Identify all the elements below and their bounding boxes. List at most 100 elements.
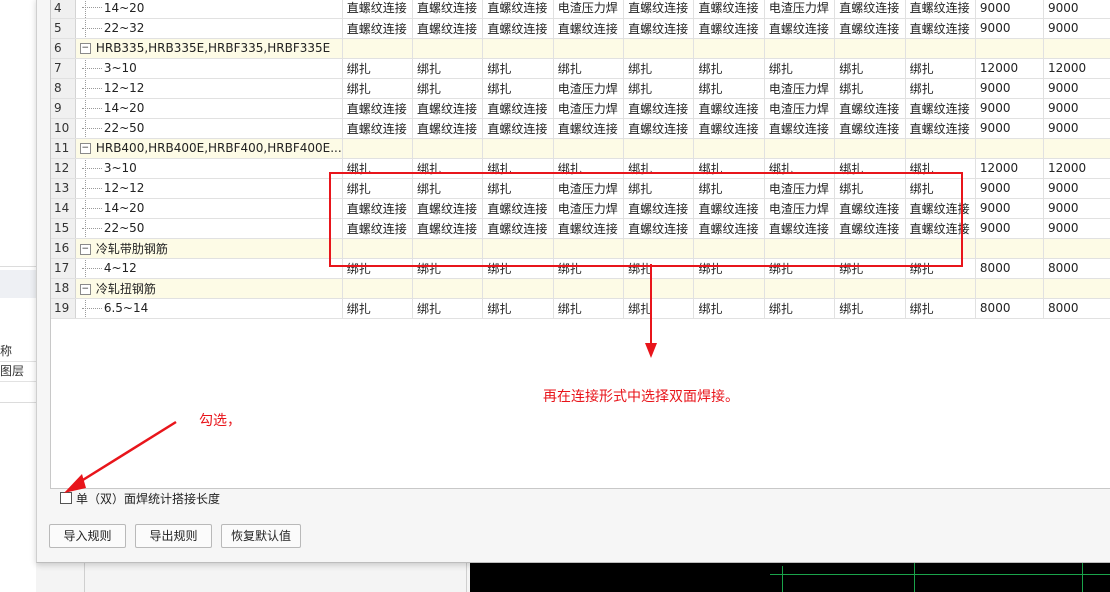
length-cell[interactable]: 9000 bbox=[975, 98, 1044, 119]
connection-type-cell[interactable] bbox=[342, 38, 414, 59]
connection-type-cell[interactable]: 绑扎 bbox=[693, 58, 765, 79]
connection-type-cell[interactable]: 绑扎 bbox=[342, 58, 414, 79]
connection-type-cell[interactable]: 直螺纹连接 bbox=[342, 118, 414, 139]
connection-type-cell[interactable]: 直螺纹连接 bbox=[693, 118, 765, 139]
connection-type-cell[interactable]: 绑扎 bbox=[412, 58, 484, 79]
table-row[interactable]: 5 22~32 直螺纹连接 直螺纹连接 直螺纹连接 直螺纹连接 直螺纹连接 直螺纹连接 直螺纹连… bbox=[51, 18, 1110, 39]
connection-type-cell[interactable]: 电渣压力焊 bbox=[553, 98, 625, 119]
connection-type-cell[interactable]: 绑扎 bbox=[482, 178, 554, 199]
connection-type-cell[interactable] bbox=[905, 38, 976, 59]
connection-type-cell[interactable]: 直螺纹连接 bbox=[412, 218, 484, 239]
connection-type-cell[interactable] bbox=[764, 278, 836, 299]
length-cell[interactable]: 9000 bbox=[1043, 218, 1110, 239]
connection-type-cell[interactable]: 绑扎 bbox=[834, 178, 906, 199]
connection-type-cell[interactable]: 绑扎 bbox=[834, 158, 906, 179]
connection-type-cell[interactable]: 电渣压力焊 bbox=[764, 178, 836, 199]
connection-type-cell[interactable]: 绑扎 bbox=[764, 58, 836, 79]
connection-type-cell[interactable] bbox=[764, 38, 836, 59]
connection-type-cell[interactable]: 绑扎 bbox=[623, 298, 695, 319]
diameter-range-cell[interactable]: 14~20 bbox=[75, 198, 343, 219]
connection-type-cell[interactable]: 电渣压力焊 bbox=[553, 0, 625, 19]
table-row[interactable]: 12 3~10 绑扎 绑扎 绑扎 绑扎 绑扎 绑扎 绑扎 绑扎 绑扎 12000 12000 bbox=[51, 158, 1110, 179]
connection-type-cell[interactable]: 绑扎 bbox=[905, 158, 976, 179]
steel-grade-cell[interactable]: − 冷轧带肋钢筋 bbox=[75, 238, 343, 259]
length-cell[interactable] bbox=[975, 138, 1044, 159]
length-cell[interactable]: 9000 bbox=[975, 178, 1044, 199]
connection-type-cell[interactable] bbox=[834, 238, 906, 259]
connection-type-cell[interactable]: 直螺纹连接 bbox=[412, 18, 484, 39]
diameter-range-cell[interactable]: 6.5~14 bbox=[75, 298, 343, 319]
connection-type-cell[interactable]: 直螺纹连接 bbox=[412, 0, 484, 19]
connection-type-cell[interactable]: 绑扎 bbox=[905, 178, 976, 199]
connection-type-cell[interactable]: 绑扎 bbox=[905, 298, 976, 319]
diameter-range-cell[interactable]: 22~32 bbox=[75, 18, 343, 39]
connection-type-cell[interactable] bbox=[764, 138, 836, 159]
length-cell[interactable]: 12000 bbox=[1043, 58, 1110, 79]
connection-type-cell[interactable]: 直螺纹连接 bbox=[482, 218, 554, 239]
connection-type-cell[interactable]: 绑扎 bbox=[482, 158, 554, 179]
connection-type-cell[interactable] bbox=[412, 238, 484, 259]
connection-type-cell[interactable]: 绑扎 bbox=[905, 78, 976, 99]
table-row[interactable]: 10 22~50 直螺纹连接 直螺纹连接 直螺纹连接 直螺纹连接 直螺纹连接 直螺纹连接 直螺纹… bbox=[51, 118, 1110, 139]
connection-type-cell[interactable]: 直螺纹连接 bbox=[342, 0, 414, 19]
connection-type-cell[interactable] bbox=[623, 38, 695, 59]
connection-type-cell[interactable] bbox=[834, 138, 906, 159]
connection-type-cell[interactable] bbox=[482, 38, 554, 59]
connection-type-cell[interactable]: 直螺纹连接 bbox=[693, 18, 765, 39]
connection-type-cell[interactable] bbox=[693, 238, 765, 259]
connection-type-cell[interactable]: 绑扎 bbox=[764, 298, 836, 319]
table-row[interactable]: 19 6.5~14 绑扎 绑扎 绑扎 绑扎 绑扎 绑扎 绑扎 绑扎 绑扎 8000 8000 bbox=[51, 298, 1110, 319]
connection-type-cell[interactable]: 电渣压力焊 bbox=[764, 0, 836, 19]
connection-type-cell[interactable]: 绑扎 bbox=[693, 178, 765, 199]
connection-type-cell[interactable] bbox=[482, 278, 554, 299]
collapse-icon[interactable]: − bbox=[79, 143, 91, 154]
diameter-range-cell[interactable]: 12~12 bbox=[75, 178, 343, 199]
connection-type-cell[interactable]: 直螺纹连接 bbox=[623, 18, 695, 39]
connection-type-cell[interactable]: 绑扎 bbox=[342, 258, 414, 279]
connection-type-cell[interactable]: 电渣压力焊 bbox=[553, 198, 625, 219]
connection-type-cell[interactable]: 绑扎 bbox=[834, 258, 906, 279]
length-cell[interactable]: 9000 bbox=[975, 118, 1044, 139]
connection-type-cell[interactable]: 绑扎 bbox=[693, 78, 765, 99]
collapse-icon[interactable]: − bbox=[79, 43, 91, 54]
connection-type-cell[interactable] bbox=[412, 138, 484, 159]
length-cell[interactable]: 9000 bbox=[975, 198, 1044, 219]
connection-type-cell[interactable] bbox=[553, 138, 625, 159]
connection-type-cell[interactable]: 绑扎 bbox=[553, 58, 625, 79]
connection-type-cell[interactable]: 直螺纹连接 bbox=[834, 0, 906, 19]
connection-type-cell[interactable]: 直螺纹连接 bbox=[905, 198, 976, 219]
connection-type-cell[interactable]: 直螺纹连接 bbox=[623, 118, 695, 139]
collapse-icon[interactable]: − bbox=[79, 283, 91, 295]
connection-type-cell[interactable]: 直螺纹连接 bbox=[412, 98, 484, 119]
diameter-range-cell[interactable]: 14~20 bbox=[75, 98, 343, 119]
connection-type-cell[interactable]: 绑扎 bbox=[764, 258, 836, 279]
connection-type-cell[interactable]: 直螺纹连接 bbox=[482, 98, 554, 119]
connection-type-cell[interactable] bbox=[342, 138, 414, 159]
connection-type-cell[interactable]: 绑扎 bbox=[623, 58, 695, 79]
connection-type-cell[interactable]: 直螺纹连接 bbox=[834, 98, 906, 119]
weld-lap-checkbox[interactable] bbox=[60, 492, 72, 504]
connection-type-cell[interactable] bbox=[342, 238, 414, 259]
length-cell[interactable]: 9000 bbox=[975, 218, 1044, 239]
length-cell[interactable]: 12000 bbox=[975, 58, 1044, 79]
length-cell[interactable]: 9000 bbox=[975, 78, 1044, 99]
connection-type-cell[interactable]: 直螺纹连接 bbox=[834, 18, 906, 39]
connection-type-cell[interactable]: 直螺纹连接 bbox=[623, 98, 695, 119]
connection-type-cell[interactable]: 绑扎 bbox=[623, 158, 695, 179]
connection-type-cell[interactable]: 直螺纹连接 bbox=[764, 18, 836, 39]
connection-type-cell[interactable] bbox=[482, 238, 554, 259]
connection-type-cell[interactable]: 绑扎 bbox=[623, 258, 695, 279]
connection-type-cell[interactable] bbox=[412, 278, 484, 299]
length-cell[interactable]: 9000 bbox=[1043, 98, 1110, 119]
connection-type-cell[interactable]: 直螺纹连接 bbox=[342, 218, 414, 239]
length-cell[interactable]: 12000 bbox=[975, 158, 1044, 179]
steel-grade-cell[interactable]: − HRB400,HRB400E,HRBF400,HRBF400E... bbox=[75, 138, 343, 159]
connection-type-cell[interactable]: 绑扎 bbox=[482, 298, 554, 319]
connection-type-cell[interactable]: 绑扎 bbox=[342, 178, 414, 199]
group-row[interactable]: 6− HRB335,HRB335E,HRBF335,HRBF335E bbox=[51, 38, 1110, 59]
connection-type-cell[interactable]: 绑扎 bbox=[342, 298, 414, 319]
connection-type-cell[interactable]: 绑扎 bbox=[693, 158, 765, 179]
cad-drawing-canvas[interactable] bbox=[470, 562, 1110, 592]
group-row[interactable]: 16− 冷轧带肋钢筋 bbox=[51, 238, 1110, 259]
connection-type-cell[interactable]: 直螺纹连接 bbox=[412, 198, 484, 219]
